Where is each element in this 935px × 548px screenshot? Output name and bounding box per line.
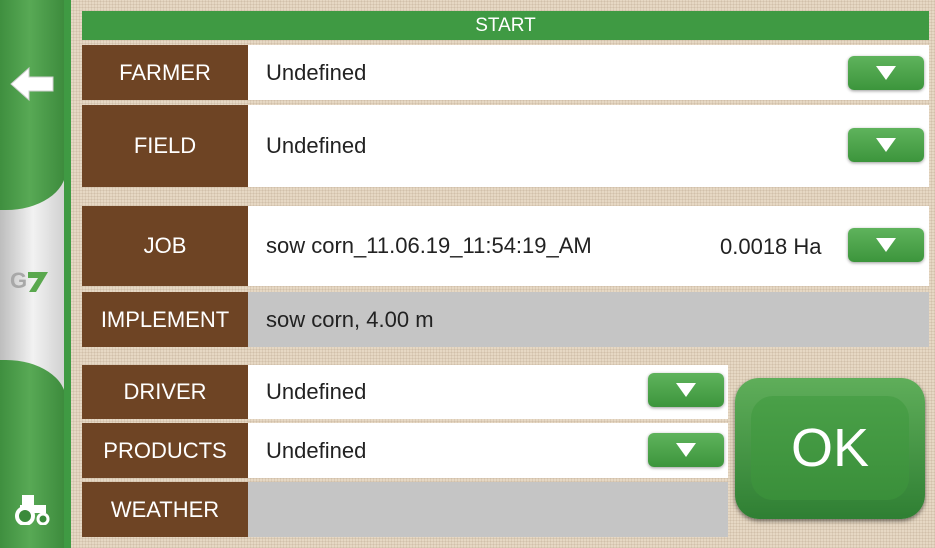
- field-dropdown-button[interactable]: [848, 128, 924, 162]
- sidebar-divider: [64, 0, 71, 548]
- chevron-down-icon: [876, 238, 896, 252]
- g7-logo: G: [6, 262, 58, 298]
- job-value[interactable]: sow corn_11.06.19_11:54:19_AM: [248, 206, 929, 286]
- farmer-row: FARMER Undefined: [82, 45, 929, 100]
- ok-button[interactable]: OK: [735, 378, 925, 519]
- chevron-down-icon: [876, 138, 896, 152]
- tractor-icon[interactable]: [10, 488, 54, 528]
- field-row: FIELD Undefined: [82, 105, 929, 187]
- chevron-down-icon: [876, 66, 896, 80]
- page-title: START: [82, 11, 929, 40]
- products-dropdown-button[interactable]: [648, 433, 724, 467]
- back-arrow-icon[interactable]: [8, 62, 56, 106]
- weather-value: [248, 482, 728, 537]
- implement-value: sow corn, 4.00 m: [248, 292, 929, 347]
- field-value[interactable]: Undefined: [248, 105, 929, 187]
- job-row: JOB sow corn_11.06.19_11:54:19_AM 0.0018…: [82, 206, 929, 286]
- field-label: FIELD: [82, 105, 248, 187]
- driver-dropdown-button[interactable]: [648, 373, 724, 407]
- farmer-dropdown-button[interactable]: [848, 56, 924, 90]
- job-dropdown-button[interactable]: [848, 228, 924, 262]
- chevron-down-icon: [676, 383, 696, 397]
- farmer-value[interactable]: Undefined: [248, 45, 929, 100]
- chevron-down-icon: [676, 443, 696, 457]
- driver-label: DRIVER: [82, 365, 248, 419]
- ok-button-label: OK: [751, 396, 909, 500]
- implement-row: IMPLEMENT sow corn, 4.00 m: [82, 292, 929, 347]
- farmer-label: FARMER: [82, 45, 248, 100]
- svg-text:G: G: [10, 268, 27, 293]
- implement-label: IMPLEMENT: [82, 292, 248, 347]
- products-label: PRODUCTS: [82, 423, 248, 478]
- sidebar: G: [0, 0, 66, 548]
- job-area: 0.0018 Ha: [720, 234, 822, 259]
- job-label: JOB: [82, 206, 248, 286]
- weather-label: WEATHER: [82, 482, 248, 537]
